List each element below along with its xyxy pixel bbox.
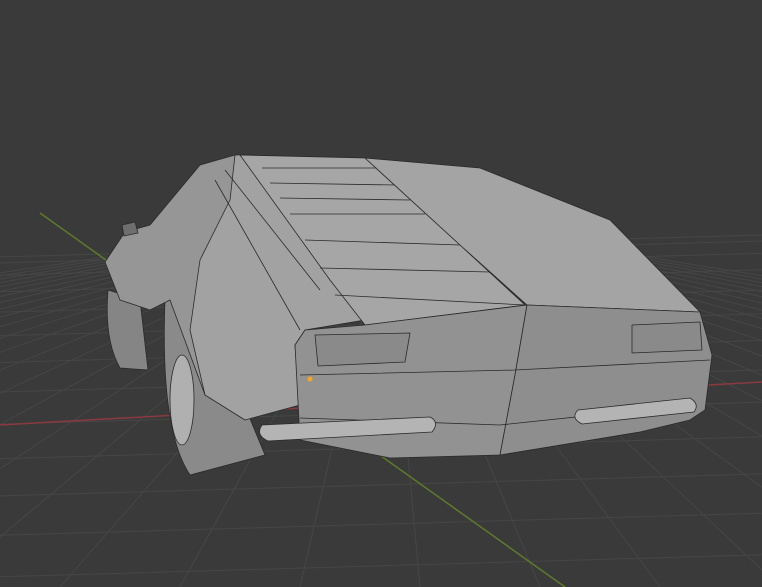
tail-light-right bbox=[631, 321, 703, 354]
grid-line bbox=[0, 512, 762, 536]
grid-line bbox=[0, 473, 762, 497]
tail-light-left bbox=[314, 332, 411, 367]
object-origin-marker[interactable] bbox=[307, 376, 313, 382]
wheel-hub bbox=[169, 354, 195, 446]
car-mesh-icon[interactable] bbox=[104, 154, 713, 476]
grid-line bbox=[0, 554, 762, 578]
viewport-canvas[interactable] bbox=[0, 0, 762, 587]
side-mirror bbox=[121, 221, 139, 237]
3d-viewport[interactable] bbox=[0, 0, 762, 587]
